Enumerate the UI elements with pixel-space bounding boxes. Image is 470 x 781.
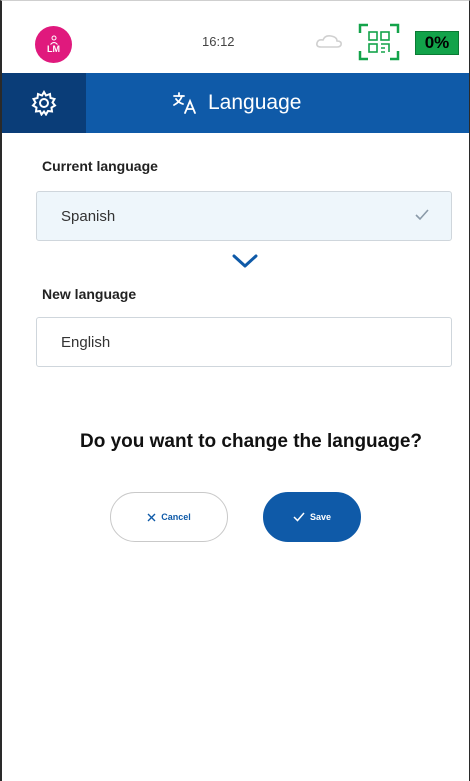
confirmation-question: Do you want to change the language?: [79, 431, 423, 452]
avatar[interactable]: LM: [35, 26, 72, 63]
current-language-value: Spanish: [61, 207, 116, 225]
page-title-text: Language: [208, 91, 302, 114]
gear-icon: [31, 90, 57, 116]
clock-time: 16:12: [202, 34, 235, 49]
new-language-value: English: [61, 333, 111, 351]
save-button[interactable]: Save: [263, 492, 361, 542]
battery-level: 0%: [424, 33, 450, 52]
cancel-button[interactable]: Cancel: [110, 492, 228, 542]
current-language-label: Current language: [42, 158, 158, 174]
battery-indicator: 0%: [415, 31, 459, 55]
check-icon: [293, 512, 305, 522]
chevron-down-icon: [232, 254, 258, 268]
app-header: Language: [2, 73, 469, 133]
page-title: Language: [172, 73, 301, 133]
cloud-icon: [316, 35, 342, 48]
device-screen: LM 16:12 0% Language Current language Sp…: [0, 0, 470, 781]
settings-button[interactable]: [2, 73, 86, 133]
new-language-field[interactable]: English: [36, 317, 452, 367]
close-icon: [147, 513, 156, 521]
avatar-initials: LM: [47, 44, 60, 54]
status-bar: LM 16:12 0%: [2, 1, 469, 73]
check-icon: [415, 209, 429, 221]
current-language-field: Spanish: [36, 191, 452, 241]
qr-code-icon[interactable]: [358, 23, 400, 61]
new-language-label: New language: [42, 286, 137, 302]
translate-icon: [173, 92, 196, 114]
save-button-label: Save: [309, 512, 332, 522]
cancel-button-label: Cancel: [161, 512, 191, 522]
